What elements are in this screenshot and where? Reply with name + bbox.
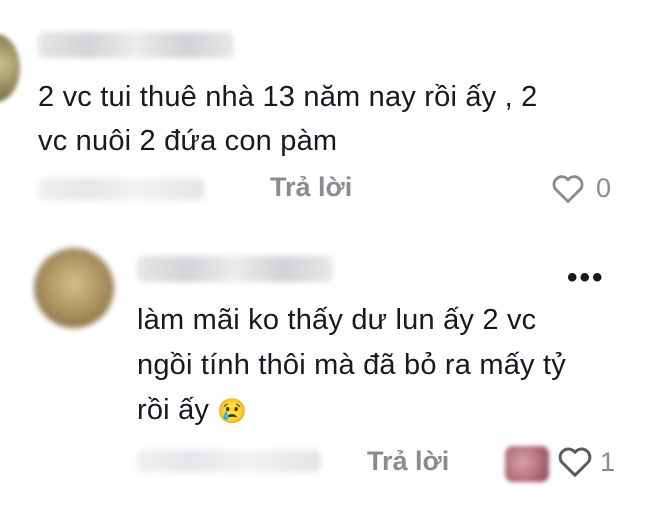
comment-2-text-line-1: làm mãi ko thấy dư lun ấy 2 vc	[137, 304, 537, 336]
comment-2-avatar[interactable]	[34, 248, 114, 328]
comment-2-text-line-3: rồi ấy 😢	[137, 387, 247, 435]
comment-2-text-line-3-text: rồi ấy	[137, 394, 210, 426]
heart-outline-icon[interactable]	[551, 172, 585, 204]
comment-1-text-line-2: vc nuôi 2 đứa con pàm	[38, 125, 338, 157]
heart-outline-icon[interactable]	[557, 444, 593, 478]
more-dots-icon[interactable]: •••	[567, 263, 605, 293]
creator-liked-avatar	[505, 446, 549, 482]
comment-2-like-count: 1	[600, 447, 616, 477]
comment-1-like-count: 0	[596, 173, 612, 203]
comment-2-text-line-2: ngồi tính thôi mà đã bỏ ra mấy tỷ	[137, 349, 566, 381]
comment-1-avatar[interactable]	[0, 34, 20, 102]
comment-2-timestamp	[137, 450, 321, 472]
comment-1-username[interactable]	[38, 32, 234, 58]
comment-2-username[interactable]	[137, 256, 333, 282]
crying-face-emoji: 😢	[217, 398, 248, 425]
comment-2-reply-button[interactable]: Trả lời	[367, 446, 449, 477]
comment-1-timestamp	[38, 178, 204, 200]
comment-1-text-line-1: 2 vc tui thuê nhà 13 năm nay rồi ấy , 2	[38, 81, 538, 113]
comment-1-reply-button[interactable]: Trả lời	[270, 172, 352, 203]
